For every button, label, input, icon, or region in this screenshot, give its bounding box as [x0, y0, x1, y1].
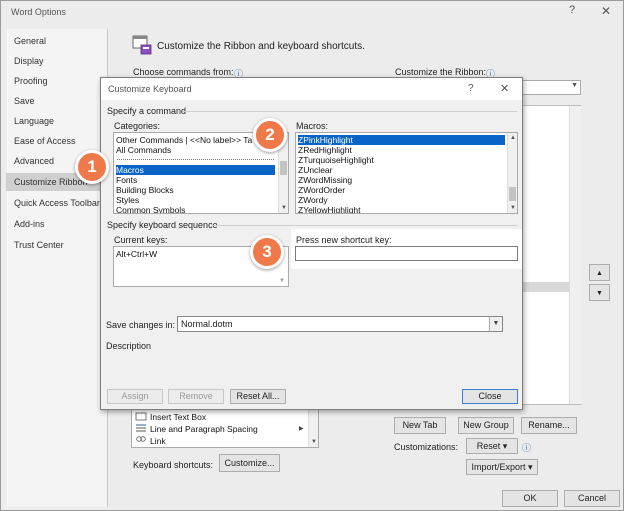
specify-sequence-heading: Specify keyboard sequence	[107, 220, 218, 230]
reset-all-button[interactable]: Reset All...	[230, 389, 286, 404]
commands-list[interactable]: Insert Text Box Line and Paragraph Spaci…	[131, 406, 319, 448]
close-icon[interactable]: ✕	[500, 82, 509, 95]
list-item[interactable]: Fonts	[116, 175, 278, 185]
callout-badge-1: 1	[75, 150, 109, 184]
macros-scrollbar[interactable]: ▲ ▼	[507, 133, 517, 213]
choose-commands-label: Choose commands from:	[133, 67, 234, 77]
ribbon-tree[interactable]	[521, 105, 581, 405]
scroll-thumb[interactable]	[280, 161, 287, 175]
current-keys-label: Current keys:	[114, 235, 168, 245]
close-button[interactable]: Close	[462, 389, 518, 404]
cancel-button[interactable]: Cancel	[564, 490, 620, 507]
press-new-shortcut-input[interactable]	[295, 246, 518, 261]
customize-ribbon-icon	[132, 35, 152, 55]
help-icon[interactable]: ?	[569, 4, 575, 16]
commands-scrollbar[interactable]: ▼	[308, 407, 318, 447]
macros-label: Macros:	[296, 121, 329, 131]
submenu-arrow-icon: ▶	[299, 426, 304, 432]
list-item[interactable]: ZTurquoiseHighlight	[298, 155, 507, 165]
window-title: Word Options	[11, 7, 66, 17]
remove-button[interactable]: Remove	[168, 389, 224, 404]
ribbon-header: Customize the Ribbon and keyboard shortc…	[157, 41, 365, 52]
list-item[interactable]: ZWordOrder	[298, 185, 507, 195]
press-new-shortcut-label: Press new shortcut key:	[296, 235, 392, 245]
description-label: Description	[106, 341, 152, 351]
list-item-selected[interactable]: Macros	[116, 165, 275, 175]
list-item[interactable]: Insert Text Box	[150, 412, 308, 422]
callout-badge-2: 2	[253, 118, 287, 152]
keyboard-shortcuts-label: Keyboard shortcuts:	[133, 460, 214, 470]
customize-ribbon-label: Customize the Ribbon:	[395, 67, 487, 77]
callout-badge-3: 3	[250, 235, 284, 269]
nav-item-display[interactable]: Display	[6, 52, 108, 70]
import-export-button[interactable]: Import/Export ▾	[466, 459, 538, 475]
customize-keyboard-dialog: Customize Keyboard ? ✕ Specify a command…	[100, 77, 523, 410]
move-up-button[interactable]: ▲	[589, 264, 610, 281]
nav-item-general[interactable]: General	[6, 32, 108, 50]
scroll-down-icon[interactable]: ▼	[279, 203, 288, 213]
move-down-button[interactable]: ▼	[589, 284, 610, 301]
scroll-up-icon[interactable]: ▲	[508, 133, 517, 143]
options-nav: General Display Proofing Save Language E…	[6, 29, 108, 507]
nav-item-save[interactable]: Save	[6, 92, 108, 110]
nav-item-add-ins[interactable]: Add-ins	[6, 215, 108, 233]
nav-item-quick-access-toolbar[interactable]: Quick Access Toolbar	[6, 194, 108, 212]
save-changes-label: Save changes in:	[106, 320, 176, 330]
ribbon-tree-selected-row[interactable]	[522, 282, 569, 292]
specify-command-heading: Specify a command	[107, 106, 187, 116]
nav-item-ease-of-access[interactable]: Ease of Access	[6, 132, 108, 150]
scroll-down-icon[interactable]: ▼	[508, 203, 517, 213]
nav-item-proofing[interactable]: Proofing	[6, 72, 108, 90]
list-item[interactable]: Link	[150, 436, 308, 446]
customizations-label: Customizations:	[394, 442, 459, 452]
customize-button[interactable]: Customize...	[219, 454, 280, 472]
list-item[interactable]: ZWordy	[298, 195, 507, 205]
dialog-titlebar: Customize Keyboard ? ✕	[101, 78, 522, 100]
command-icons	[135, 409, 147, 445]
scroll-thumb[interactable]	[509, 187, 516, 201]
chevron-down-icon[interactable]: ▼	[489, 317, 502, 331]
list-item[interactable]: ZRedHighlight	[298, 145, 507, 155]
list-item[interactable]: All Commands	[116, 145, 278, 155]
list-item[interactable]: ZWordMissing	[298, 175, 507, 185]
list-item[interactable]: ZYellowHighlight	[298, 205, 507, 213]
assign-button[interactable]: Assign	[107, 389, 163, 404]
new-tab-button[interactable]: New Tab	[394, 417, 446, 434]
nav-item-trust-center[interactable]: Trust Center	[6, 236, 108, 254]
list-item[interactable]: ZUnclear	[298, 165, 507, 175]
macros-list[interactable]: ZPinkHighlight ZRedHighlight ZTurquoiseH…	[295, 132, 518, 214]
list-item[interactable]: Line and Paragraph Spacing	[150, 424, 308, 434]
chevron-down-icon: ▼	[571, 82, 578, 89]
save-changes-value: Normal.dotm	[181, 319, 233, 329]
ok-button[interactable]: OK	[502, 490, 558, 507]
scroll-down-icon: ▼	[279, 278, 285, 284]
list-item-selected[interactable]: ZPinkHighlight	[298, 135, 505, 145]
categories-label: Categories:	[114, 121, 161, 131]
rename-button[interactable]: Rename...	[521, 417, 577, 434]
scroll-down-icon[interactable]: ▼	[309, 437, 318, 447]
divider	[183, 111, 517, 112]
customize-ribbon-dropdown[interactable]: ▼	[521, 80, 581, 95]
ribbon-tree-scrollbar[interactable]	[569, 106, 581, 404]
dialog-title: Customize Keyboard	[108, 84, 192, 94]
list-separator	[117, 159, 274, 160]
help-icon[interactable]: ?	[468, 83, 474, 94]
nav-item-language[interactable]: Language	[6, 112, 108, 130]
list-item[interactable]: Styles	[116, 195, 278, 205]
close-icon[interactable]: ✕	[601, 4, 611, 18]
divider	[212, 225, 517, 226]
reset-dropdown-button[interactable]: Reset ▾	[466, 438, 518, 454]
list-item[interactable]: Common Symbols	[116, 205, 278, 213]
save-changes-dropdown[interactable]: Normal.dotm ▼	[177, 316, 503, 332]
new-group-button[interactable]: New Group	[458, 417, 514, 434]
info-icon: ⓘ	[522, 443, 532, 453]
list-item[interactable]: Building Blocks	[116, 185, 278, 195]
